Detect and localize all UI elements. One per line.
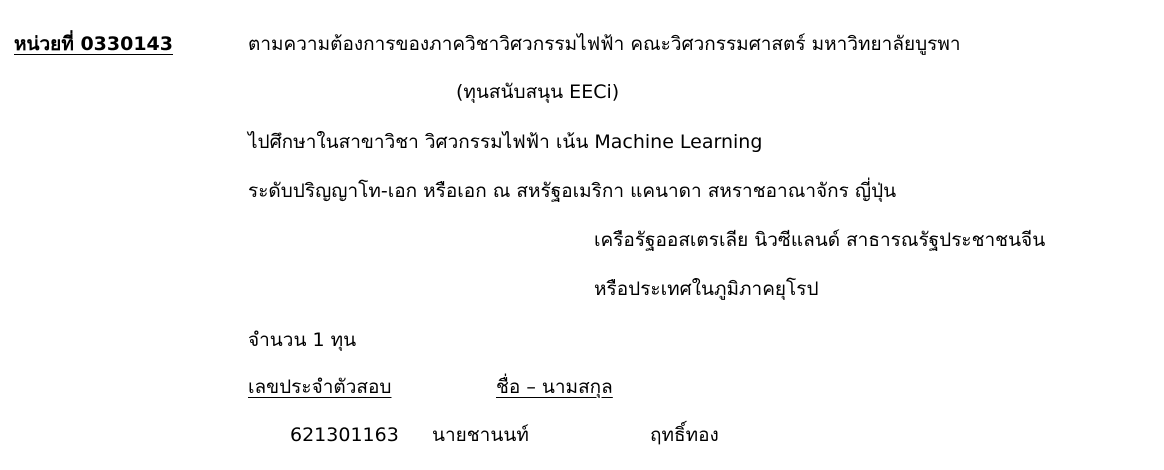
level-text: ระดับปริญญาโท-เอก หรือเอก ณ สหรัฐอเมริกา… (248, 180, 897, 202)
funding-text: (ทุนสนับสนุน EECi) (456, 81, 620, 103)
quota-text: จำนวน 1 ทุน (248, 329, 357, 351)
row-last-name: ฤทธิ์ทอง (650, 424, 719, 446)
header-exam-id: เลขประจำตัวสอบ (248, 376, 392, 398)
field-text: ไปศึกษาในสาขาวิชา วิศวกรรมไฟฟ้า เน้น Mac… (248, 131, 763, 153)
row-first-name: นายชานนท์ (432, 424, 529, 446)
row-exam-id: 621301163 (290, 424, 399, 446)
countries-text-2: เครือรัฐออสเตรเลีย นิวซีแลนด์ สาธารณรัฐป… (594, 229, 1046, 251)
requirement-text: ตามความต้องการของภาควิชาวิศวกรรมไฟฟ้า คณ… (248, 33, 961, 55)
countries-text-3: หรือประเทศในภูมิภาคยุโรป (594, 278, 819, 300)
unit-label: หน่วยที่ 0330143 (14, 33, 173, 55)
header-name: ชื่อ – นามสกุล (496, 376, 613, 398)
